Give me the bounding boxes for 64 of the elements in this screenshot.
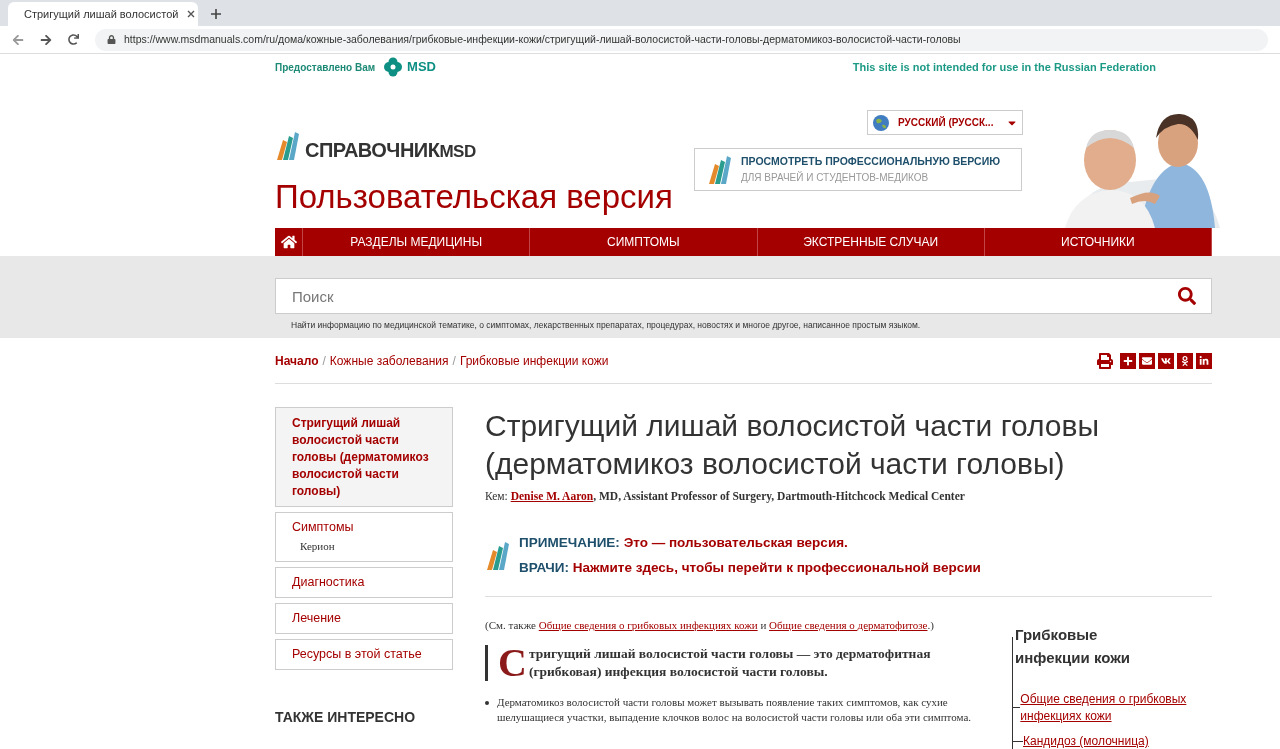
reload-icon[interactable] [68,34,79,45]
note-line: ПРИМЕЧАНИЕ: Это — пользовательская версия. [519,534,849,553]
print-icon[interactable] [1097,352,1113,369]
sidebar-item[interactable]: Стригущий лишай волосистой части головы (дерматомикоз волосистой части головы) [275,407,453,507]
forward-icon[interactable] [40,33,52,46]
sidebar-item[interactable]: Симптомы Керион [275,512,453,562]
sidebar-item-label: Симптомы [292,520,354,534]
related-link[interactable]: Общие сведения о грибковых инфекциях кожи [1020,690,1212,725]
notice-text: This site is not intended for use in the Russian Federation [852,59,1156,75]
browser-tab[interactable]: Стригущий лишай волосистой [8,2,198,26]
new-tab-icon[interactable] [210,8,222,20]
share-icon[interactable] [1139,352,1155,369]
tab-title: Стригущий лишай волосистой [24,6,179,22]
breadcrumb-link[interactable]: Кожные заболевания [329,351,449,370]
lead-paragraph: тригущий лишай волосистой части головы — это дерматофитная (грибковая) инфекция волосистой части головы. [528,645,932,682]
breadcrumb-separator: / [322,352,326,370]
lock-icon [107,35,116,44]
share-icon[interactable] [1177,352,1193,369]
version-title: Пользовательская версия [275,177,674,217]
sidebar-item[interactable]: Лечение [275,603,453,634]
share-icon[interactable] [1120,352,1136,369]
pro-version-title: ПРОСМОТРЕТЬ ПРОФЕССИОНАЛЬНУЮ ВЕРСИЮ [741,154,1000,170]
search-hint: Найти информацию по медицинской тематике, о симптомах, лекарственных препаратах, процедурах, новостях и многое другое, написанное простым языком. [291,319,922,332]
bullet-icon [485,701,489,706]
close-icon[interactable] [186,9,197,19]
globe-icon [872,113,890,132]
search-icon[interactable] [1178,287,1196,305]
logo-icon [707,155,733,184]
address-bar[interactable]: https://www.msdmanuals.com/ru/дома/кожные-заболевания/грибковые-инфекции-кожи/стригущий-лишай-волосистой-части-головы-дерматомикоз-волосистой-части-головы [95,28,1268,51]
provided-by-text: Предоставлено Вам [275,60,376,75]
logo-icon [275,132,301,160]
sidebar-item-label: Ресурсы в этой статье [292,647,422,661]
bullet-text: Дерматомикоз волосистой части головы может вызывать появление таких симптомов, как сухие шелушащиеся участки, выпадение клочков волос на волосистой части головы или оба эти симптома. [497,695,972,726]
share-icon[interactable] [1158,352,1174,369]
search-field[interactable]: Поиск [275,278,1212,314]
logo-icon [485,541,511,570]
see-also-text: (См. также Общие сведения о грибковых инфекциях кожи и Общие сведения о дерматофитозе.) [485,617,935,633]
also-title: ТАКЖЕ ИНТЕРЕСНО [275,708,417,727]
see-also-link[interactable]: Общие сведения о дерматофитозе [769,618,928,631]
url-text: https://www.msdmanuals.com/ru/дома/кожные-заболевания/грибковые-инфекции-кожи/стригущий-лишай-волосистой-части-головы-дерматомикоз-волосистой-части-головы [124,31,961,47]
see-also-link[interactable]: Общие сведения о грибковых инфекциях кожи [538,618,758,631]
home-icon [280,234,297,250]
share-icon[interactable] [1196,352,1212,369]
article-title: Стригущий лишай волосистой части головы (дерматомикоз волосистой части головы) [485,408,1100,482]
sidebar-item[interactable]: Диагностика [275,567,453,598]
logo-text[interactable]: СПРАВОЧНИКMSD [305,140,476,160]
sidebar-item[interactable]: Ресурсы в этой статье [275,639,453,670]
back-icon[interactable] [12,33,24,46]
pro-version-button[interactable]: ПРОСМОТРЕТЬ ПРОФЕССИОНАЛЬНУЮ ВЕРСИЮ ДЛЯ ВРАЧЕЙ И СТУДЕНТОВ-МЕДИКОВ [694,148,1022,191]
drop-cap: С [498,645,527,682]
related-link[interactable]: Кандидоз (молочница) [1023,732,1149,749]
related-title: Грибковые инфекции кожи [1015,624,1132,668]
language-dropdown[interactable]: РУССКИЙ (РУССК... [867,110,1023,135]
sidebar-item-label: Лечение [292,611,342,625]
sidebar-item-label: Стригущий лишай волосистой части головы (дерматомикоз волосистой части головы) [292,416,429,498]
sidebar-subitem[interactable]: Керион [300,539,436,554]
sponsor-logo[interactable]: MSD [383,57,436,77]
pro-version-subtitle: ДЛЯ ВРАЧЕЙ И СТУДЕНТОВ-МЕДИКОВ [741,170,930,185]
breadcrumb-link[interactable]: Начало [275,351,319,370]
author-line: Кем: Denise M. Aaron, MD, Assistant Professor of Surgery, Dartmouth-Hitchcock Medical Center [485,489,966,505]
professional-version-link[interactable]: ВРАЧИ: Нажмите здесь, чтобы перейти к профессиональной версии [519,557,981,578]
sidebar-item-label: Диагностика [292,575,365,589]
breadcrumb-separator: / [452,352,456,370]
breadcrumb-link[interactable]: Грибковые инфекции кожи [459,351,609,370]
